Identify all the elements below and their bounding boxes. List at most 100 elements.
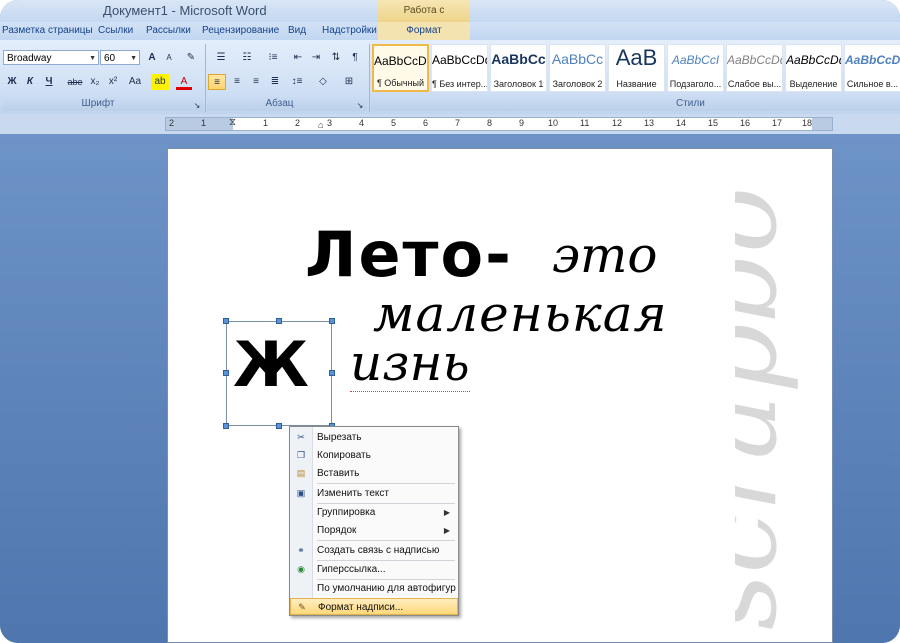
ruler-tick: 6 bbox=[423, 118, 429, 128]
tab-view[interactable]: Вид bbox=[288, 25, 306, 36]
ruler-tick: 7 bbox=[455, 118, 461, 128]
ruler-tick: 1 bbox=[201, 118, 207, 128]
menu-item-autoshape-default[interactable]: По умолчанию для автофигур bbox=[290, 580, 458, 597]
subscript-button[interactable]: x₂ bbox=[88, 74, 102, 90]
style-heading-1[interactable]: AaBbCc Заголовок 1 bbox=[490, 44, 547, 92]
style-subtitle[interactable]: AaBbCcI Подзаголо... bbox=[667, 44, 724, 92]
subscript-icon: x₂ bbox=[90, 76, 100, 87]
align-left-button[interactable]: ≡ bbox=[208, 74, 226, 90]
body-line-3[interactable]: изнь bbox=[350, 335, 470, 392]
menu-item-paste[interactable]: ▤ Вставить bbox=[290, 465, 458, 482]
heading-bold-text[interactable]: Лето- bbox=[305, 218, 513, 291]
show-marks-button[interactable]: ¶ bbox=[347, 50, 363, 66]
style-subtle-emphasis[interactable]: AaBbCcDd Слабое вы... bbox=[726, 44, 783, 92]
italic-button[interactable]: К bbox=[23, 74, 37, 90]
style-intense-emphasis[interactable]: AaBbCcDd Сильное в... bbox=[844, 44, 900, 92]
shrink-font-button[interactable]: A bbox=[162, 50, 176, 66]
paragraph-dialog-launcher[interactable]: ↘ bbox=[355, 98, 365, 114]
line-spacing-button[interactable]: ↕≡ bbox=[287, 74, 307, 90]
ruler-tick: 1 bbox=[263, 118, 269, 128]
tab-addins[interactable]: Надстройки bbox=[322, 25, 377, 36]
resize-handle[interactable] bbox=[329, 318, 335, 324]
grow-font-button[interactable]: A bbox=[145, 50, 159, 66]
resize-handle[interactable] bbox=[276, 423, 282, 429]
menu-item-order[interactable]: Порядок ▶ bbox=[290, 522, 458, 539]
sort-button[interactable]: ⇅ bbox=[328, 50, 344, 66]
tab-references[interactable]: Ссылки bbox=[98, 25, 133, 36]
underline-icon: Ч bbox=[45, 76, 53, 87]
resize-handle[interactable] bbox=[223, 370, 229, 376]
edit-text-icon: ▣ bbox=[296, 488, 306, 498]
resize-handle[interactable] bbox=[223, 423, 229, 429]
styles-gallery: AaBbCcDd ¶ Обычный AaBbCcDd ¶ Без интер.… bbox=[372, 44, 900, 94]
horizontal-ruler[interactable]: 2 1 1 2 3 4 5 6 7 8 9 10 11 12 13 14 15 … bbox=[165, 117, 833, 131]
menu-item-label: Гиперссылка... bbox=[317, 564, 386, 575]
bold-button[interactable]: Ж bbox=[5, 74, 19, 90]
justify-button[interactable]: ≣ bbox=[266, 74, 284, 90]
strikethrough-button[interactable]: abe bbox=[66, 74, 84, 90]
menu-item-create-link[interactable]: ⚭ Создать связь с надписью bbox=[290, 542, 458, 559]
align-center-button[interactable]: ≡ bbox=[228, 74, 246, 90]
style-name: Название bbox=[616, 79, 657, 89]
menu-item-label: Вставить bbox=[317, 468, 360, 479]
font-name-combo[interactable]: Broadway ▼ bbox=[3, 50, 99, 65]
style-title[interactable]: AaB Название bbox=[608, 44, 665, 92]
borders-button[interactable]: ⊞ bbox=[338, 74, 360, 90]
bullets-button[interactable]: ☰ bbox=[210, 50, 232, 66]
font-color-button[interactable]: A bbox=[176, 74, 192, 90]
align-right-button[interactable]: ≡ bbox=[247, 74, 265, 90]
word-window: Документ1 - Microsoft Word Работа с надп… bbox=[0, 0, 900, 643]
shading-button[interactable]: ◇ bbox=[312, 74, 334, 90]
style-name: Заголовок 1 bbox=[493, 79, 544, 89]
right-indent-marker-icon[interactable]: ⌂ bbox=[318, 120, 323, 130]
superscript-button[interactable]: x² bbox=[106, 74, 120, 90]
ruler-tick: 4 bbox=[359, 118, 365, 128]
font-name-value: Broadway bbox=[7, 53, 52, 64]
resize-handle[interactable] bbox=[276, 318, 282, 324]
clear-format-button[interactable]: ✎ bbox=[183, 50, 199, 66]
style-normal[interactable]: AaBbCcDd ¶ Обычный bbox=[372, 44, 429, 92]
heading-word-text[interactable]: это bbox=[552, 226, 658, 284]
menu-item-grouping[interactable]: Группировка ▶ bbox=[290, 504, 458, 521]
highlight-button[interactable]: ab bbox=[151, 74, 169, 90]
indent-marker-icon[interactable]: ⧖ bbox=[229, 117, 236, 128]
selected-textbox[interactable]: Ж bbox=[226, 321, 332, 426]
globe-icon: ◉ bbox=[297, 564, 305, 574]
menu-item-copy[interactable]: ❐ Копировать bbox=[290, 447, 458, 464]
resize-handle[interactable] bbox=[223, 318, 229, 324]
menu-item-label: Создать связь с надписью bbox=[317, 545, 440, 556]
paint-bucket-icon: ◇ bbox=[319, 76, 327, 87]
style-name: Слабое вы... bbox=[727, 79, 782, 89]
style-name: Заголовок 2 bbox=[552, 79, 603, 89]
underline-button[interactable]: Ч bbox=[41, 74, 57, 90]
highlighter-icon: ab bbox=[154, 76, 166, 87]
increase-indent-button[interactable]: ⇥ bbox=[308, 50, 324, 66]
style-no-spacing[interactable]: AaBbCcDd ¶ Без интер... bbox=[431, 44, 488, 92]
menu-item-label: Изменить текст bbox=[317, 488, 389, 499]
multilevel-list-button[interactable]: ⁝≡ bbox=[262, 50, 284, 66]
dialog-launcher-icon: ↘ bbox=[356, 101, 364, 110]
resize-handle[interactable] bbox=[329, 370, 335, 376]
ruler-tick: 12 bbox=[612, 118, 623, 128]
menu-separator bbox=[317, 540, 455, 541]
tab-review[interactable]: Рецензирование bbox=[202, 25, 279, 36]
font-dialog-launcher[interactable]: ↘ bbox=[192, 98, 202, 114]
group-separator bbox=[205, 44, 206, 112]
style-emphasis[interactable]: AaBbCcDd Выделение bbox=[785, 44, 842, 92]
menu-item-cut[interactable]: ✂ Вырезать bbox=[290, 429, 458, 446]
title-bar: Документ1 - Microsoft Word Работа с надп… bbox=[0, 0, 900, 38]
tab-mailings[interactable]: Рассылки bbox=[146, 25, 191, 36]
menu-item-format-textbox[interactable]: ✎ Формат надписи... bbox=[290, 598, 458, 615]
submenu-arrow-icon: ▶ bbox=[443, 526, 450, 535]
tab-format[interactable]: Формат bbox=[378, 22, 470, 40]
menu-item-hyperlink[interactable]: ◉ Гиперссылка... bbox=[290, 561, 458, 578]
font-size-combo[interactable]: 60 ▼ bbox=[100, 50, 140, 65]
numbered-list-icon: ☷ bbox=[242, 52, 252, 63]
change-case-button[interactable]: Aa bbox=[126, 74, 144, 90]
numbering-button[interactable]: ☷ bbox=[236, 50, 258, 66]
tab-page-layout[interactable]: Разметка страницы bbox=[2, 25, 93, 36]
style-name: ¶ Обычный bbox=[376, 78, 425, 88]
style-heading-2[interactable]: AaBbCc Заголовок 2 bbox=[549, 44, 606, 92]
menu-item-edit-text[interactable]: ▣ Изменить текст bbox=[290, 485, 458, 502]
decrease-indent-button[interactable]: ⇤ bbox=[290, 50, 306, 66]
